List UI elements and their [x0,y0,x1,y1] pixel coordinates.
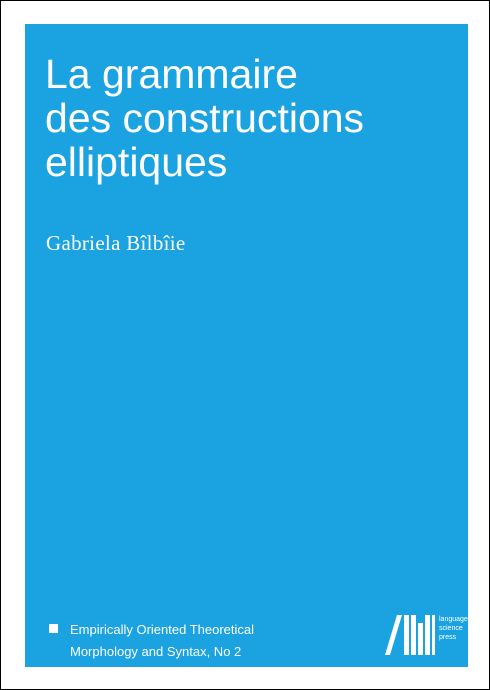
title-line: des constructions [45,95,365,141]
title-line: elliptiques [45,139,228,185]
series-line: Empirically Oriented Theoretical [70,622,254,637]
publisher-logo: language science press [385,612,485,658]
publisher-name-line: language [439,616,468,623]
publisher-name-line: press [439,634,457,641]
series-line: Morphology and Syntax, No 2 [70,644,242,659]
publisher-name: language science press [439,615,468,642]
page-frame: La grammaire des constructions elliptiqu… [0,0,490,690]
book-title: La grammaire des constructions elliptiqu… [45,52,364,184]
publisher-name-line: science [439,625,463,632]
language-science-press-logo-icon [385,615,435,655]
title-line: La grammaire [45,51,298,97]
book-cover: La grammaire des constructions elliptiqu… [25,24,468,667]
series-marker-icon [49,624,58,633]
author-name: Gabriela Bîlbîie [46,231,186,255]
series-info: Empirically Oriented Theoretical Morphol… [70,619,254,663]
